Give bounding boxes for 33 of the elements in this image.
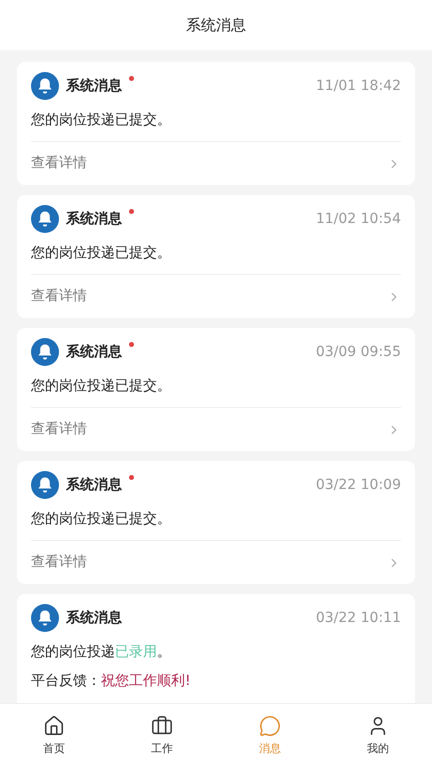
feedback-text: 平台反馈：祝您工作顺利! bbox=[31, 672, 192, 691]
message-title: 系统消息 bbox=[66, 76, 122, 96]
bell-icon bbox=[31, 205, 59, 233]
view-details-link[interactable]: 查看详情 bbox=[31, 286, 87, 307]
tab-item[interactable]: 工作 bbox=[108, 704, 216, 768]
message-title: 系统消息 bbox=[66, 210, 122, 228]
briefcase-icon bbox=[151, 714, 173, 737]
message-time: 03/22 10:09 bbox=[316, 476, 401, 494]
message-text: 您的岗位投递已提交。 bbox=[31, 244, 172, 263]
view-details-link[interactable]: 查看详情 bbox=[31, 153, 87, 174]
message-time: 11/01 18:42 bbox=[316, 76, 401, 96]
message-text: 您的岗位投递已提交。 bbox=[31, 510, 172, 529]
message-text: 您的岗位投递已提交。 bbox=[31, 377, 172, 396]
tab-item[interactable]: 我的 bbox=[324, 704, 432, 768]
message-title: 系统消息 bbox=[66, 342, 122, 362]
message-title: 系统消息 bbox=[66, 608, 122, 628]
message-time: 03/09 09:55 bbox=[316, 342, 401, 362]
tab-item[interactable]: 首页 bbox=[0, 704, 108, 768]
message-time: 11/02 10:54 bbox=[316, 210, 401, 228]
message-title: 系统消息 bbox=[66, 476, 122, 494]
bell-icon bbox=[31, 471, 59, 499]
tab-item[interactable]: 消息 bbox=[216, 704, 324, 768]
message-text: 您的岗位投递已提交。 bbox=[31, 111, 172, 130]
page-title: 系统消息 bbox=[186, 14, 246, 36]
bell-icon bbox=[31, 604, 59, 632]
home-icon bbox=[43, 714, 65, 737]
bell-icon bbox=[31, 338, 59, 366]
bell-icon bbox=[31, 72, 59, 100]
message-text: 您的岗位投递已录用。 bbox=[31, 643, 172, 662]
chat-icon bbox=[259, 714, 281, 737]
view-details-link[interactable]: 查看详情 bbox=[31, 552, 87, 573]
view-details-link[interactable]: 查看详情 bbox=[31, 419, 87, 440]
message-time: 03/22 10:11 bbox=[316, 608, 401, 628]
